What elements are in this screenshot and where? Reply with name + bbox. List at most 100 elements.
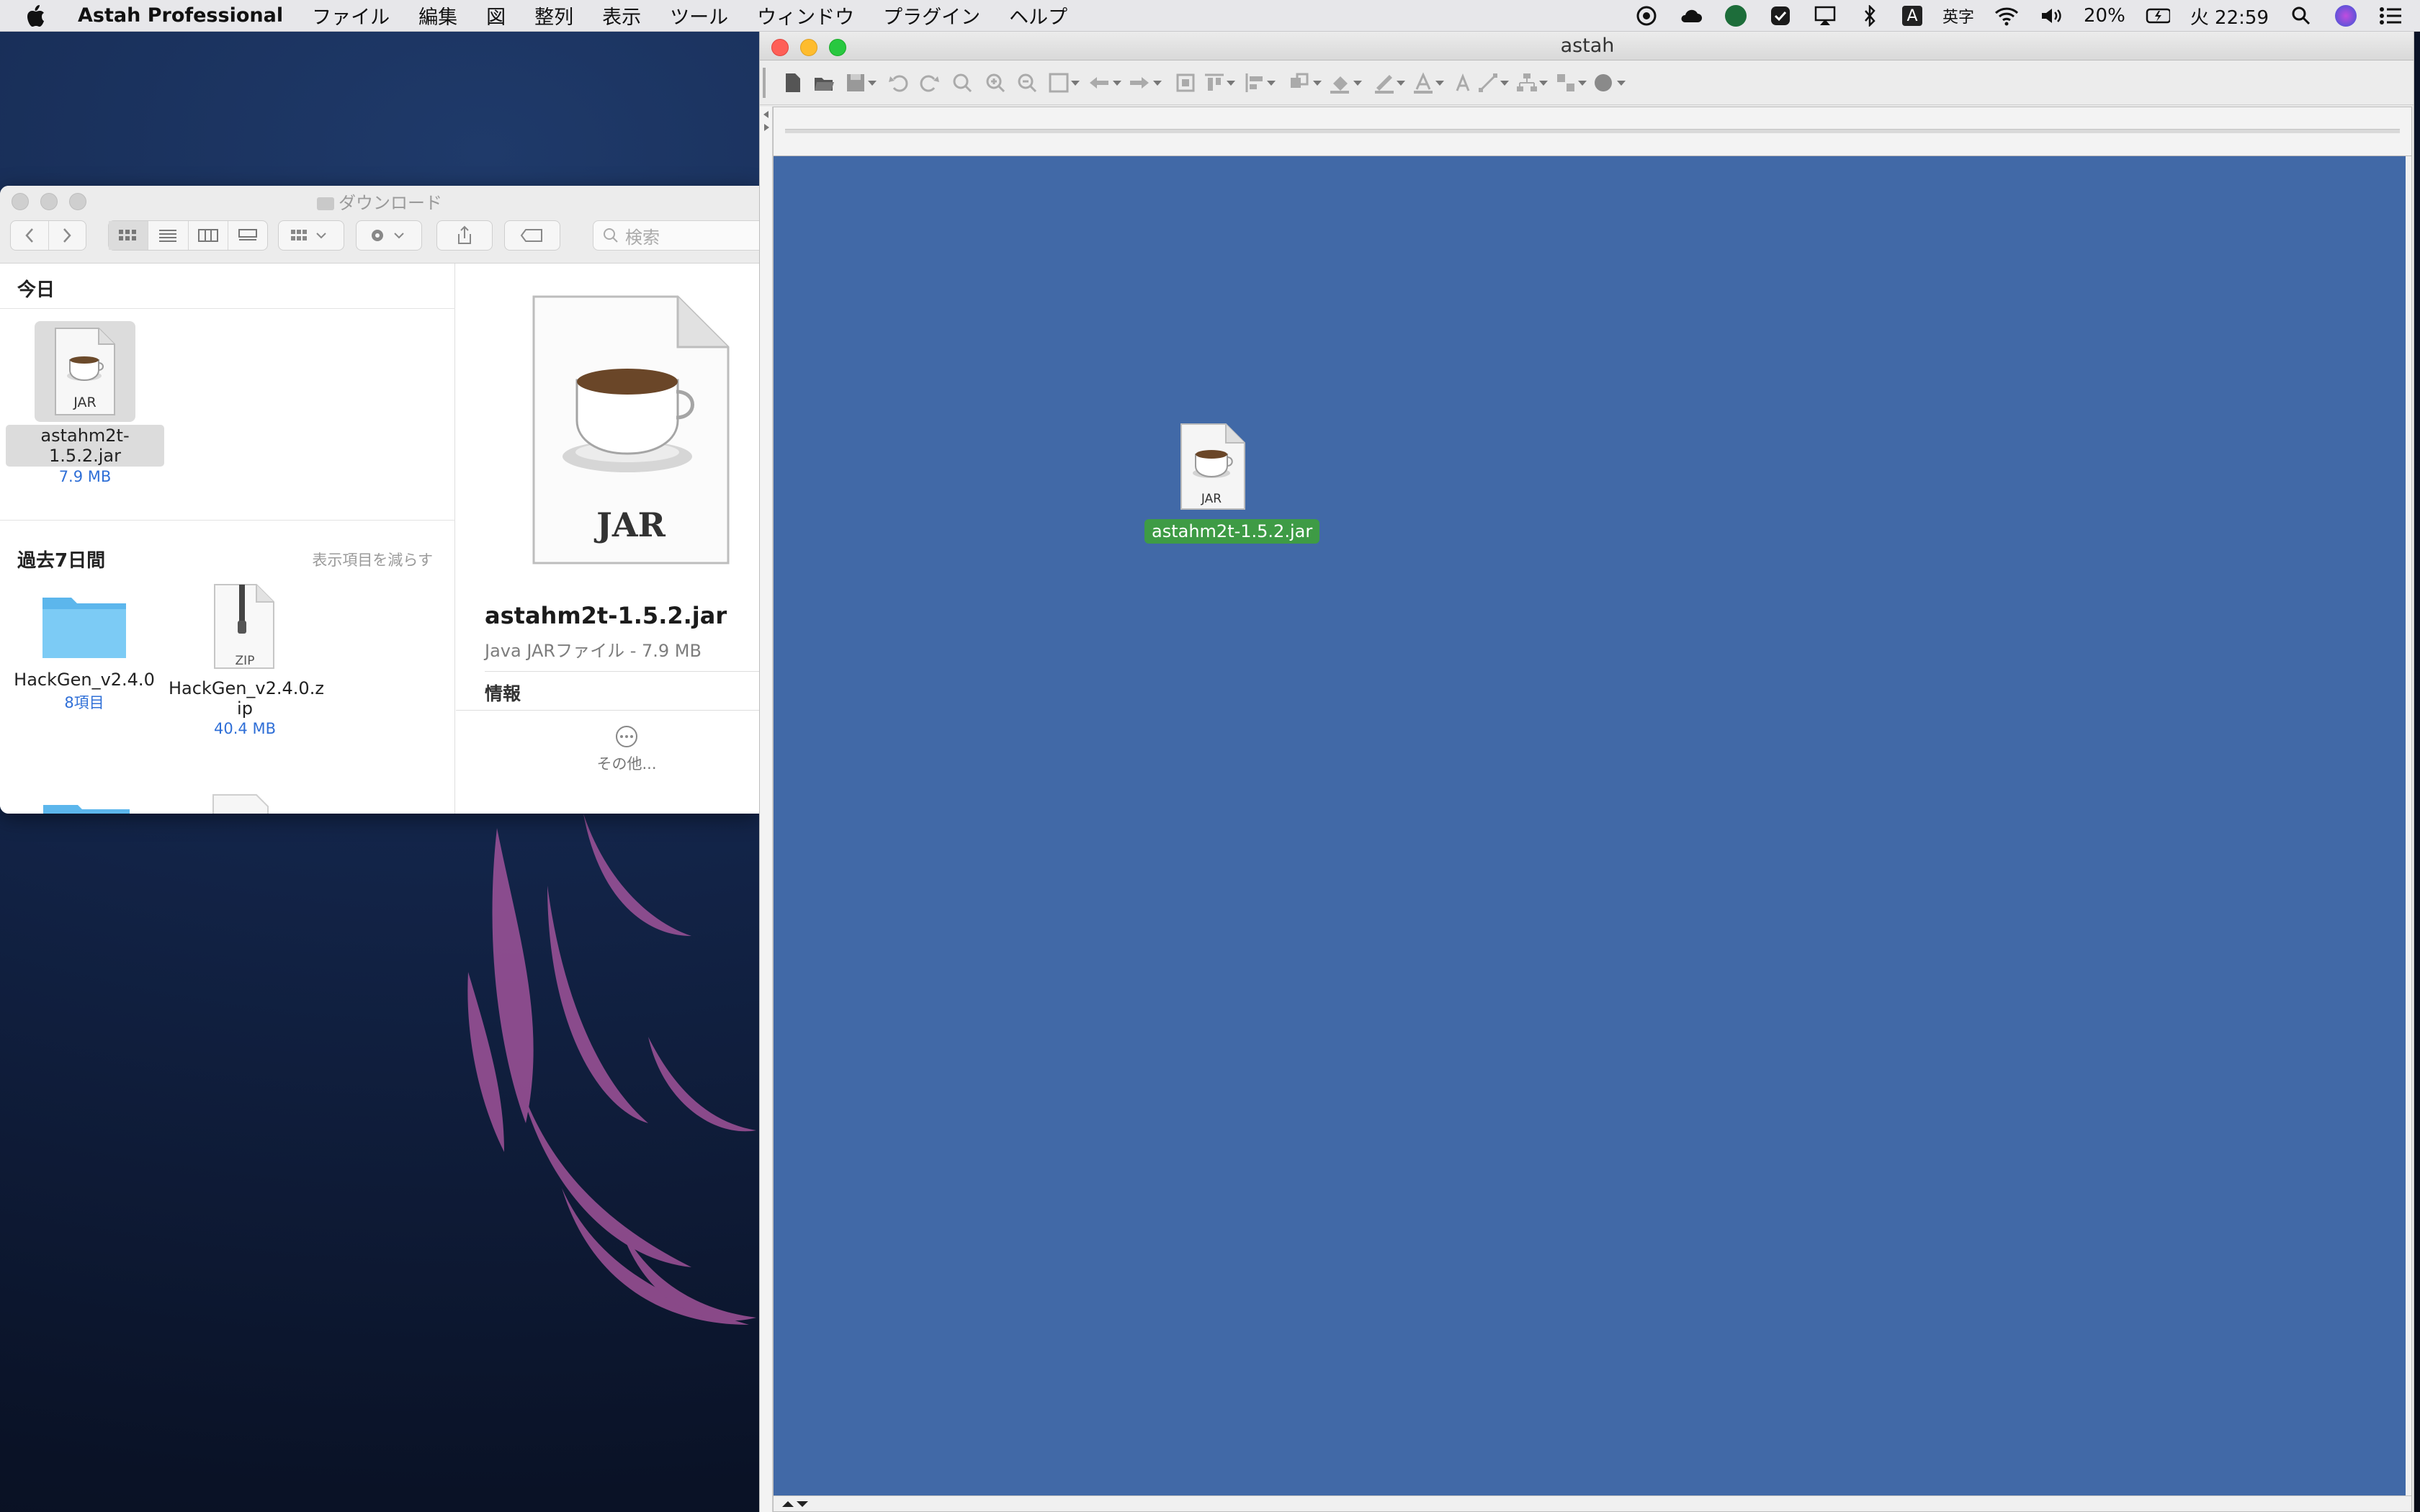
zoom-in-icon[interactable] <box>985 72 1006 94</box>
open-folder-icon[interactable] <box>813 72 835 94</box>
font-color-icon[interactable] <box>1412 72 1434 94</box>
dropped-file-label[interactable]: astahm2t-1.5.2.jar <box>1144 519 1320 544</box>
gallery-view-icon[interactable] <box>228 221 267 250</box>
chevron-down-icon[interactable] <box>1068 72 1083 94</box>
siri-icon[interactable] <box>2334 4 2358 28</box>
volume-icon[interactable] <box>2039 4 2063 28</box>
save-icon[interactable] <box>845 72 866 94</box>
redo-icon[interactable] <box>918 72 940 94</box>
menu-view[interactable]: 表示 <box>602 1 641 30</box>
chevron-down-icon[interactable] <box>1350 72 1365 94</box>
tags-button[interactable] <box>504 220 560 251</box>
menu-app-name[interactable]: Astah Professional <box>78 4 283 27</box>
action-gear-button[interactable] <box>356 220 422 251</box>
file-item-folder[interactable]: HackGen_v2.4.0 8項目 <box>10 588 158 713</box>
arrange-order-icon[interactable] <box>1289 72 1310 94</box>
bluetooth-icon[interactable] <box>1857 4 1882 28</box>
chevron-down-icon[interactable] <box>1150 72 1165 94</box>
input-mode-icon[interactable]: A <box>1901 6 1922 26</box>
chevron-down-icon[interactable] <box>1224 72 1238 94</box>
list-view-icon[interactable] <box>148 221 189 250</box>
forward-button[interactable] <box>49 221 86 250</box>
canvas-bottom-bar <box>774 1495 2411 1511</box>
dropped-jar-icon[interactable]: JAR <box>1177 423 1249 513</box>
more-label: その他... <box>596 755 657 773</box>
notification-center-icon[interactable] <box>2378 4 2403 28</box>
chevron-down-icon[interactable] <box>1264 72 1278 94</box>
zoom-out-icon[interactable] <box>1016 72 1038 94</box>
chevron-down-icon[interactable] <box>1433 72 1447 94</box>
zoom-tool-icon[interactable] <box>951 72 973 94</box>
file-badge: JAR <box>73 395 97 410</box>
target-status-icon[interactable] <box>1634 4 1659 28</box>
input-mode-label[interactable]: 英字 <box>1942 4 1974 27</box>
line-style-icon[interactable] <box>1477 72 1499 94</box>
toolbar-grip <box>763 68 766 98</box>
grid-snap-icon[interactable] <box>1555 72 1577 94</box>
chevron-down-icon[interactable] <box>1614 72 1628 94</box>
menu-diagram[interactable]: 図 <box>486 1 506 30</box>
undo-icon[interactable] <box>888 72 910 94</box>
side-collapse-bar[interactable] <box>760 107 773 1512</box>
partially-visible-items <box>43 794 269 814</box>
battery-percent[interactable]: 20% <box>2084 5 2125 27</box>
new-file-icon[interactable] <box>781 72 803 94</box>
menu-clock[interactable]: 火 22:59 <box>2190 3 2269 30</box>
tasks-check-icon[interactable] <box>1768 4 1793 28</box>
color-circle-icon[interactable] <box>1592 72 1614 94</box>
icon-view-icon[interactable] <box>109 221 149 250</box>
share-button[interactable] <box>436 220 493 251</box>
forward-arrow-icon[interactable] <box>1129 72 1150 94</box>
zip-name: HackGen_v2.4.0.z <box>169 678 324 698</box>
wifi-icon[interactable] <box>1994 4 2019 28</box>
tree-layout-icon[interactable] <box>1516 72 1538 94</box>
preview-file-name: astahm2t-1.5.2.jar <box>485 602 727 629</box>
menu-window[interactable]: ウィンドウ <box>757 1 854 30</box>
chevron-down-icon[interactable] <box>865 72 879 94</box>
chevron-down-icon[interactable] <box>1575 72 1590 94</box>
group-by-button[interactable] <box>278 220 344 251</box>
astah-toolbar <box>760 60 2414 105</box>
align-left-icon[interactable] <box>1244 72 1265 94</box>
chevron-down-icon[interactable] <box>1310 72 1325 94</box>
expand-collapse-icon[interactable] <box>779 1497 815 1511</box>
font-style-icon[interactable] <box>1454 72 1476 94</box>
folder-name: HackGen_v2.4.0 <box>14 670 155 690</box>
collapse-arrows-icon <box>763 111 769 131</box>
fit-window-icon[interactable] <box>1048 72 1070 94</box>
chevron-down-icon[interactable] <box>1497 72 1512 94</box>
section-today: 今日 <box>17 279 55 301</box>
menu-help[interactable]: ヘルプ <box>1009 1 1067 30</box>
chevron-down-icon[interactable] <box>1110 72 1124 94</box>
battery-charging-icon[interactable] <box>2146 4 2170 28</box>
evernote-icon[interactable] <box>1724 4 1748 28</box>
chevron-down-icon[interactable] <box>1536 72 1551 94</box>
spotlight-search-icon[interactable] <box>2289 4 2313 28</box>
finder-search-field[interactable]: 検索 <box>593 220 759 251</box>
more-icon <box>616 726 637 747</box>
frame-icon[interactable] <box>1175 72 1196 94</box>
line-color-icon[interactable] <box>1373 72 1395 94</box>
airplay-icon[interactable] <box>1813 4 1837 28</box>
file-item-zip[interactable]: ZIP HackGen_v2.4.0.z ip 40.4 MB <box>169 582 324 737</box>
show-less-link[interactable]: 表示項目を減らす <box>312 549 433 570</box>
fill-color-icon[interactable] <box>1329 72 1350 94</box>
cloud-sync-icon[interactable] <box>1679 4 1703 28</box>
back-button[interactable] <box>11 221 49 250</box>
menu-tools[interactable]: ツール <box>670 1 728 30</box>
menu-edit[interactable]: 編集 <box>418 1 457 30</box>
diagram-canvas[interactable]: JAR astahm2t-1.5.2.jar <box>774 156 2406 1495</box>
menu-file[interactable]: ファイル <box>312 1 390 30</box>
apple-menu-icon[interactable] <box>26 4 60 28</box>
menu-plugin[interactable]: プラグイン <box>883 1 980 30</box>
align-top-icon[interactable] <box>1204 72 1225 94</box>
back-arrow-icon[interactable] <box>1088 72 1110 94</box>
astah-titlebar: astah <box>760 32 2414 60</box>
chevron-down-icon[interactable] <box>1394 72 1408 94</box>
finder-title: ダウンロード <box>0 189 759 214</box>
column-view-icon[interactable] <box>189 221 228 250</box>
menu-align[interactable]: 整列 <box>534 1 573 30</box>
file-item-jar[interactable]: JAR astahm2t-1.5.2.jar 7.9 MB <box>6 321 164 485</box>
folder-icon <box>317 197 334 210</box>
preview-more-button[interactable]: その他... <box>582 724 671 774</box>
